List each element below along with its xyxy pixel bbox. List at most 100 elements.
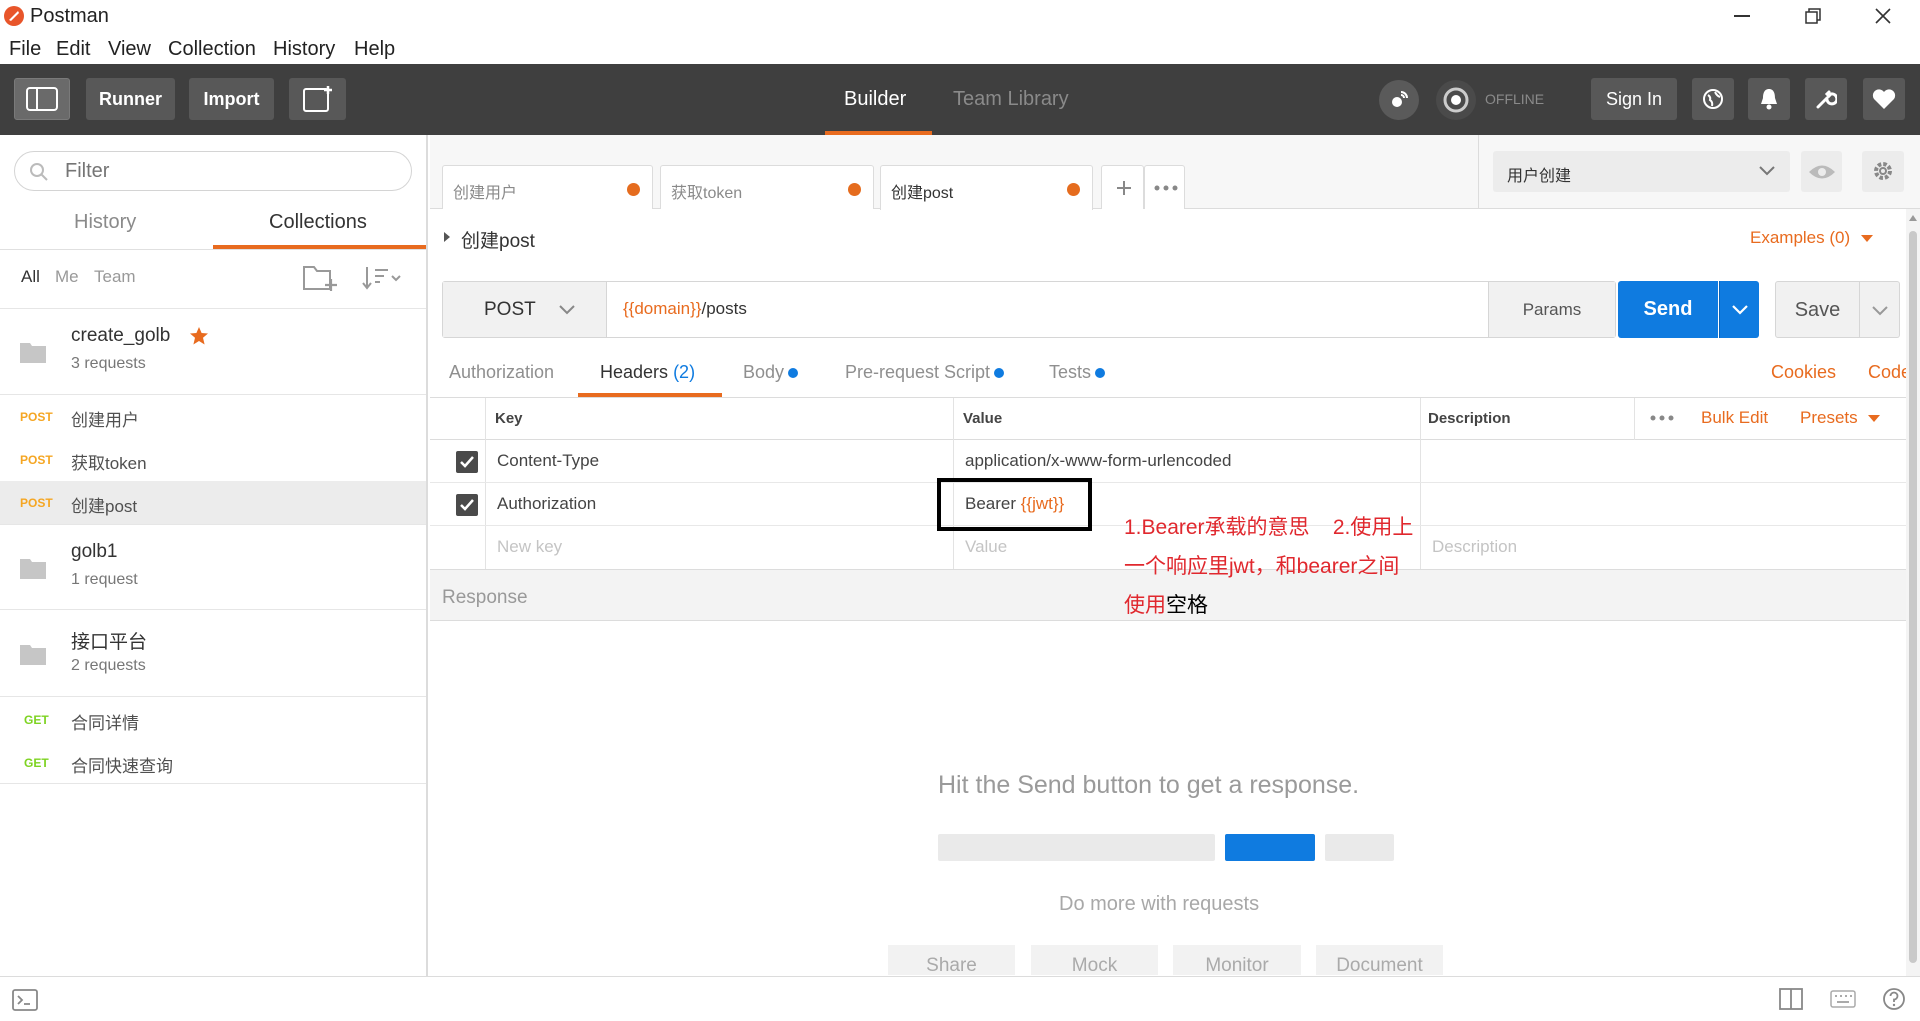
menu-collection[interactable]: Collection <box>168 38 256 61</box>
interceptor-button[interactable] <box>1379 80 1419 120</box>
menu-edit[interactable]: Edit <box>56 38 90 61</box>
console-icon[interactable] <box>12 989 38 1011</box>
mock-label: Mock <box>1071 955 1118 975</box>
scrollbar-thumb[interactable] <box>1909 231 1917 963</box>
row-checkbox[interactable] <box>456 451 478 473</box>
code-link[interactable]: Code <box>1868 362 1911 383</box>
cookies-link[interactable]: Cookies <box>1771 362 1836 383</box>
header-key[interactable]: Authorization <box>497 494 596 514</box>
wrench-icon <box>1816 90 1837 109</box>
header-key[interactable]: Content-Type <box>497 451 599 471</box>
new-tab-button[interactable] <box>1101 165 1144 209</box>
settings-button[interactable] <box>1805 78 1847 120</box>
filter-input[interactable] <box>65 159 385 183</box>
runner-button[interactable]: Runner <box>86 78 175 120</box>
collection-interface-platform[interactable]: 接口平台 2 requests <box>0 611 426 697</box>
tab-options-button[interactable] <box>1144 165 1185 209</box>
sync-status-button[interactable] <box>1436 80 1476 120</box>
request-tab[interactable]: 创建用户 <box>442 165 653 209</box>
notifications-button[interactable] <box>1748 78 1790 120</box>
tab-body[interactable]: Body <box>743 362 799 383</box>
save-options-button[interactable] <box>1860 281 1900 338</box>
new-collection-icon[interactable] <box>302 263 338 293</box>
request-item[interactable]: GET 合同详情 <box>0 698 426 741</box>
key-column-header: Key <box>495 410 523 427</box>
sign-in-button[interactable]: Sign In <box>1591 78 1677 120</box>
monitor-card[interactable]: Monitor <box>1173 945 1301 975</box>
request-item-selected[interactable]: POST 创建post <box>0 481 426 524</box>
close-icon[interactable] <box>1875 8 1891 24</box>
more-options-icon[interactable] <box>1650 415 1674 421</box>
menu-view[interactable]: View <box>108 38 151 61</box>
new-key-placeholder[interactable]: New key <box>497 537 562 557</box>
scope-me[interactable]: Me <box>55 267 79 287</box>
new-value-placeholder[interactable]: Value <box>965 537 1007 557</box>
restore-icon[interactable] <box>1805 8 1821 24</box>
toggle-sidebar-button[interactable] <box>14 78 70 120</box>
header-value[interactable]: application/x-www-form-urlencoded <box>965 451 1231 471</box>
tab-team-library[interactable]: Team Library <box>953 88 1069 111</box>
sort-icon[interactable] <box>362 265 402 291</box>
scroll-up-icon[interactable] <box>1909 215 1917 221</box>
scope-team[interactable]: Team <box>94 267 136 287</box>
table-header-row <box>430 398 1906 440</box>
manage-environments-button[interactable] <box>1862 151 1904 192</box>
heart-button[interactable] <box>1863 78 1905 120</box>
filter-box[interactable] <box>14 151 412 191</box>
presets-dropdown[interactable]: Presets <box>1800 408 1881 428</box>
request-item[interactable]: POST 创建用户 <box>0 395 426 438</box>
keyboard-shortcuts-icon[interactable] <box>1830 990 1856 1008</box>
request-item[interactable]: GET 合同快速查询 <box>0 741 426 784</box>
annotation-line-3: 使用空格 <box>1124 589 1208 619</box>
request-name: 创建用户 <box>71 411 139 430</box>
url-input[interactable]: {{domain}}/posts <box>623 299 747 319</box>
examples-dropdown[interactable]: Examples (0) <box>1750 228 1873 248</box>
tab-tests[interactable]: Tests <box>1049 362 1106 383</box>
globe-icon <box>1703 89 1723 109</box>
headers-count: (2) <box>673 362 696 382</box>
new-window-button[interactable] <box>289 78 346 120</box>
tab-builder[interactable]: Builder <box>844 88 906 111</box>
tab-pre-request-script[interactable]: Pre-request Script <box>845 362 1005 383</box>
collection-name: create_golb <box>71 325 171 346</box>
value-column-header: Value <box>963 410 1003 427</box>
scope-all[interactable]: All <box>21 267 40 287</box>
save-button[interactable]: Save <box>1775 281 1860 338</box>
environment-quick-look-button[interactable] <box>1801 151 1842 192</box>
new-window-icon <box>302 86 332 112</box>
menu-help[interactable]: Help <box>354 38 395 61</box>
params-button[interactable]: Params <box>1488 282 1615 337</box>
tab-history[interactable]: History <box>74 211 136 234</box>
send-options-button[interactable] <box>1719 281 1759 338</box>
row-checkbox[interactable] <box>456 494 478 516</box>
mock-card[interactable]: Mock <box>1031 945 1158 975</box>
method-select[interactable]: POST <box>443 282 607 337</box>
tab-authorization[interactable]: Authorization <box>449 362 554 383</box>
new-description-placeholder[interactable]: Description <box>1432 537 1517 557</box>
collection-name: golb1 <box>71 541 118 562</box>
scrollbar[interactable] <box>1906 209 1920 976</box>
globe-button[interactable] <box>1692 78 1734 120</box>
menu-file[interactable]: File <box>9 38 41 61</box>
collection-golb1[interactable]: golb1 1 request <box>0 524 426 610</box>
minimize-icon[interactable] <box>1734 15 1750 17</box>
request-title[interactable]: 创建post <box>461 226 535 253</box>
menu-history[interactable]: History <box>273 38 335 61</box>
caret-right-icon[interactable] <box>443 231 451 243</box>
method-badge: GET <box>24 756 49 770</box>
request-tab[interactable]: 获取token <box>660 165 874 209</box>
environment-select[interactable]: 用户创建 <box>1493 151 1790 192</box>
request-item[interactable]: POST 获取token <box>0 438 426 481</box>
help-icon[interactable] <box>1882 987 1906 1011</box>
tab-headers[interactable]: Headers (2) <box>600 362 695 383</box>
collection-create-golb[interactable]: create_golb 3 requests <box>0 309 426 395</box>
bulk-edit-link[interactable]: Bulk Edit <box>1701 408 1768 428</box>
document-card[interactable]: Document <box>1316 945 1443 975</box>
import-button[interactable]: Import <box>189 78 274 120</box>
two-pane-icon[interactable] <box>1779 988 1803 1010</box>
send-button[interactable]: Send <box>1618 281 1718 338</box>
star-icon[interactable] <box>189 326 209 346</box>
tab-collections[interactable]: Collections <box>269 211 367 234</box>
request-tab-active[interactable]: 创建post <box>880 165 1093 210</box>
share-card[interactable]: Share <box>888 945 1015 975</box>
